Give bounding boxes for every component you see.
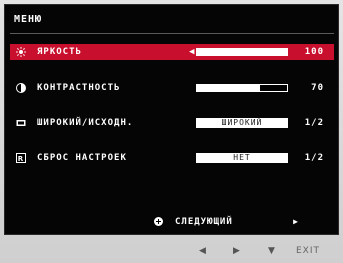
reset-icon: R [16,153,26,163]
left-arrow-icon[interactable]: ◀ [199,245,206,257]
brightness-label: ЯРКОСТЬ [37,47,82,57]
reset-value: 1/2 [304,153,324,163]
osd-screen: МЕНЮ ЯРКОСТЬ ◀ 100 КОНТРАСТНОСТЬ 70 ШИРО… [4,4,339,235]
down-arrow-icon[interactable]: ▼ [268,245,275,257]
next-label: СЛЕДУЮЩИЙ [175,217,233,227]
reset-label: СБРОС НАСТРОЕК [37,153,127,163]
brightness-slider-fill [197,49,287,55]
contrast-slider-fill [197,85,260,91]
exit-button[interactable]: EXIT [296,245,320,257]
aspect-ratio-value: 1/2 [304,118,324,128]
aspect-ratio-icon [16,120,26,126]
decrease-arrow-icon[interactable]: ◀ [189,46,195,58]
reset-select[interactable]: НЕТ [196,153,288,163]
reset-row[interactable]: R СБРОС НАСТРОЕК НЕТ 1/2 [10,150,334,166]
divider [10,33,334,34]
brightness-value: 100 [304,47,324,57]
sun-icon [16,47,26,57]
brightness-row[interactable]: ЯРКОСТЬ ◀ 100 [10,44,334,60]
contrast-icon [16,83,26,93]
aspect-ratio-row[interactable]: ШИРОКИЙ/ИСХОДН. ШИРОКИЙ 1/2 [10,115,334,131]
aspect-ratio-label: ШИРОКИЙ/ИСХОДН. [37,118,134,128]
brightness-slider[interactable] [196,48,288,56]
next-arrow-icon: ▶ [293,217,299,226]
right-arrow-icon[interactable]: ▶ [233,245,240,257]
contrast-slider[interactable] [196,84,288,92]
control-bar: ◀ ▶ ▼ EXIT [0,235,343,263]
aspect-ratio-select[interactable]: ШИРОКИЙ [196,118,288,128]
next-button[interactable]: СЛЕДУЮЩИЙ ▶ [151,214,303,230]
contrast-value: 70 [311,83,324,93]
svg-text:R: R [18,155,24,163]
contrast-row[interactable]: КОНТРАСТНОСТЬ 70 [10,80,334,96]
menu-title: МЕНЮ [14,14,43,25]
monitor-bezel: МЕНЮ ЯРКОСТЬ ◀ 100 КОНТРАСТНОСТЬ 70 ШИРО… [0,0,343,263]
plus-circle-icon [154,217,163,226]
contrast-label: КОНТРАСТНОСТЬ [37,83,121,93]
